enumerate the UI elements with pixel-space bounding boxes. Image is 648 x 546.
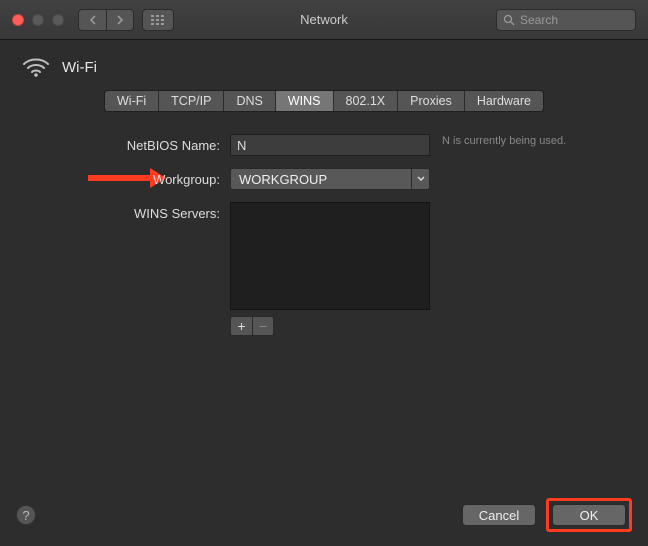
service-header: Wi-Fi [0, 40, 648, 90]
zoom-window-button [52, 14, 64, 26]
remove-server-button: − [252, 316, 274, 336]
help-button[interactable]: ? [16, 505, 36, 525]
workgroup-value: WORKGROUP [231, 172, 411, 187]
workgroup-combobox[interactable]: WORKGROUP [230, 168, 430, 190]
tab-8021x[interactable]: 802.1X [334, 91, 399, 111]
window-title: Network [300, 12, 348, 27]
minimize-window-button [32, 14, 44, 26]
netbios-hint: N is currently being used. [442, 134, 572, 148]
titlebar: Network Search [0, 0, 648, 40]
search-placeholder: Search [520, 13, 558, 27]
netbios-input[interactable] [230, 134, 430, 156]
annotation-ok-highlight: OK [546, 498, 632, 532]
wins-servers-label: WINS Servers: [40, 202, 230, 221]
add-server-button[interactable]: + [230, 316, 252, 336]
wifi-icon [22, 56, 50, 78]
search-field[interactable]: Search [496, 9, 636, 31]
tab-proxies[interactable]: Proxies [398, 91, 465, 111]
search-icon [503, 14, 515, 26]
tab-wins[interactable]: WINS [276, 91, 334, 111]
forward-button[interactable] [106, 9, 134, 31]
tab-wifi[interactable]: Wi-Fi [105, 91, 159, 111]
show-all-button[interactable] [142, 9, 174, 31]
nav-back-forward [78, 9, 134, 31]
workgroup-label: Workgroup: [40, 168, 230, 187]
service-name: Wi-Fi [62, 59, 97, 76]
tab-tcpip[interactable]: TCP/IP [159, 91, 224, 111]
netbios-label: NetBIOS Name: [40, 134, 230, 153]
close-window-button[interactable] [12, 14, 24, 26]
tab-hardware[interactable]: Hardware [465, 91, 543, 111]
tab-dns[interactable]: DNS [224, 91, 275, 111]
window-controls [12, 14, 64, 26]
chevron-down-icon [411, 169, 429, 189]
tab-bar: Wi-Fi TCP/IP DNS WINS 802.1X Proxies Har… [0, 90, 648, 112]
back-button[interactable] [78, 9, 106, 31]
wins-form: NetBIOS Name: N is currently being used.… [0, 112, 648, 336]
ok-button[interactable]: OK [552, 504, 626, 526]
footer: ? Cancel OK [0, 498, 648, 532]
cancel-button[interactable]: Cancel [462, 504, 536, 526]
wins-servers-list[interactable] [230, 202, 430, 310]
